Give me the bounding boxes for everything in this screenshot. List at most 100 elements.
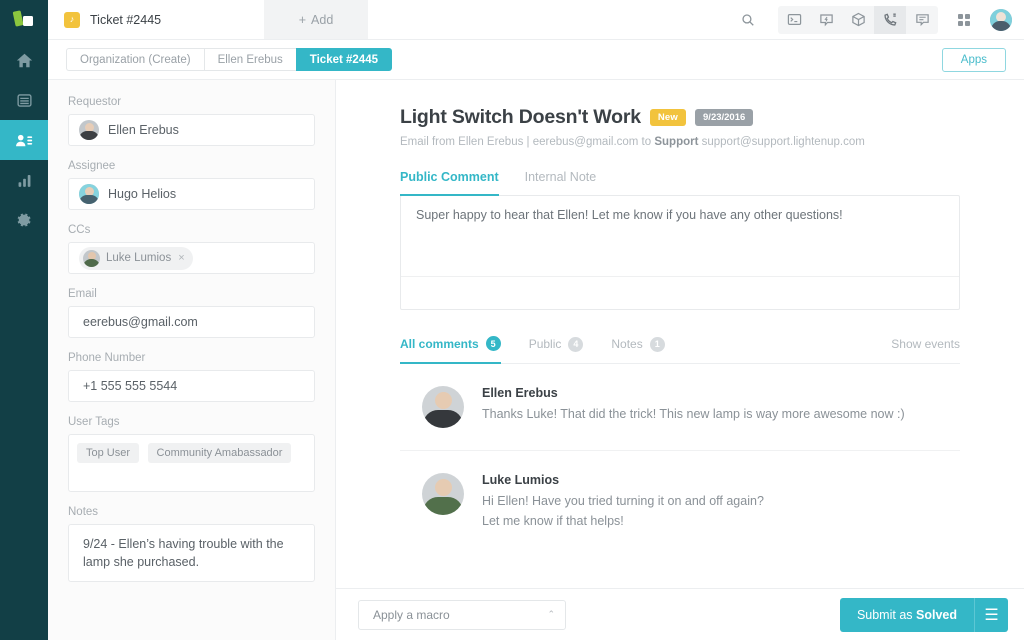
notes-label: Notes: [68, 506, 315, 518]
email-field[interactable]: eerebus@gmail.com: [68, 306, 315, 338]
page-title: Light Switch Doesn't Work: [400, 106, 641, 129]
status-badge: New: [650, 109, 686, 126]
tab-notes-label: Notes: [611, 337, 642, 351]
tab-public-count: 4: [568, 337, 583, 352]
app-tab-ticket[interactable]: ♪ Ticket #2445: [48, 0, 264, 39]
sidebar-item-reports[interactable]: [0, 160, 48, 200]
search-icon[interactable]: [732, 6, 764, 34]
close-icon[interactable]: ×: [178, 252, 184, 264]
comment-text: Thanks Luke! That did the trick! This ne…: [482, 404, 905, 424]
terminal-icon[interactable]: [778, 6, 810, 34]
phone-field[interactable]: +1 555 555 5544: [68, 370, 315, 402]
breadcrumb-item-organization[interactable]: Organization (Create): [66, 48, 204, 71]
requestor-label: Requestor: [68, 96, 315, 108]
editor-tabs: Public Comment Internal Note: [400, 170, 960, 196]
comment-author: Luke Lumios: [482, 473, 764, 487]
requestor-input[interactable]: Ellen Erebus: [68, 114, 315, 146]
comment-item: Luke Lumios Hi Ellen! Have you tried tur…: [400, 451, 960, 553]
show-events-toggle[interactable]: Show events: [891, 337, 960, 362]
submit-as-solved-button[interactable]: Submit as Solved: [840, 598, 974, 632]
tab-all-comments-count: 5: [486, 336, 501, 351]
sidebar-item-tickets[interactable]: [0, 80, 48, 120]
ticket-header: Light Switch Doesn't Work New 9/23/2016: [400, 106, 960, 129]
email-label: Email: [68, 288, 315, 300]
inbox-icon: [16, 92, 33, 109]
topbar-spacer: [368, 0, 732, 39]
lightenup-logo[interactable]: [0, 0, 48, 40]
cc-chip-label: Luke Lumios: [106, 252, 171, 264]
home-icon: [16, 52, 33, 69]
ticket-action-bar: Apply a macro ⌃ Submit as Solved ☰: [336, 588, 1024, 640]
tab-public-label: Public: [529, 337, 562, 351]
field-user-tags: User Tags Top User Community Amabassador: [68, 416, 315, 492]
bar-chart-icon: [16, 172, 33, 189]
tag-community-ambassador[interactable]: Community Amabassador: [148, 443, 292, 463]
submit-group: Submit as Solved ☰: [840, 598, 1008, 632]
phone-icon[interactable]: [874, 6, 906, 34]
tag-top-user[interactable]: Top User: [77, 443, 139, 463]
tab-all-comments[interactable]: All comments 5: [400, 336, 501, 364]
field-ccs: CCs Luke Lumios ×: [68, 224, 315, 274]
tab-public[interactable]: Public 4: [529, 337, 584, 363]
breadcrumb-item-ellen-erebus[interactable]: Ellen Erebus: [204, 48, 296, 71]
tab-notes[interactable]: Notes 1: [611, 337, 664, 363]
submit-menu-button[interactable]: ☰: [974, 598, 1008, 632]
field-phone: Phone Number +1 555 555 5544: [68, 352, 315, 402]
luke-avatar: [83, 250, 100, 267]
sidebar-item-home[interactable]: [0, 40, 48, 80]
chevron-up-icon: ⌃: [547, 609, 555, 620]
user-avatar[interactable]: [990, 9, 1012, 31]
tab-internal-note[interactable]: Internal Note: [525, 170, 597, 196]
user-tags-input[interactable]: Top User Community Amabassador: [68, 434, 315, 492]
apps-button[interactable]: Apps: [942, 48, 1006, 72]
body: Requestor Ellen Erebus Assignee Hugo Hel…: [48, 80, 1024, 640]
phone-label: Phone Number: [68, 352, 315, 364]
hamburger-icon: ☰: [984, 605, 998, 625]
comment-item: Ellen Erebus Thanks Luke! That did the t…: [400, 364, 960, 451]
comment-editor[interactable]: Super happy to hear that Ellen! Let me k…: [400, 195, 960, 310]
sidebar-item-settings[interactable]: [0, 200, 48, 240]
field-requestor: Requestor Ellen Erebus: [68, 96, 315, 146]
top-tab-bar: ♪ Ticket #2445 + Add: [48, 0, 1024, 40]
assignee-value: Hugo Helios: [108, 187, 176, 201]
ticket-meta-prefix: Email from Ellen Erebus | eerebus@gmail.…: [400, 136, 654, 148]
comment-text: Hi Ellen! Have you tried turning it on a…: [482, 491, 764, 511]
ellen-avatar: [422, 386, 464, 428]
ticket-meta-strong: Support: [654, 136, 698, 148]
cc-chip-luke[interactable]: Luke Lumios ×: [79, 247, 193, 270]
ccs-input[interactable]: Luke Lumios ×: [68, 242, 315, 274]
plus-icon: +: [299, 13, 306, 27]
ellen-avatar: [79, 120, 99, 140]
app-window: ♪ Ticket #2445 + Add: [0, 0, 1024, 640]
submit-prefix: Submit as: [857, 608, 916, 622]
ticket-main: Light Switch Doesn't Work New 9/23/2016 …: [336, 80, 1024, 640]
chat-icon[interactable]: [906, 6, 938, 34]
field-notes: Notes 9/24 - Ellen’s having trouble with…: [68, 506, 315, 582]
field-email: Email eerebus@gmail.com: [68, 288, 315, 338]
tab-public-comment[interactable]: Public Comment: [400, 170, 499, 196]
comment-editor-input[interactable]: Super happy to hear that Ellen! Let me k…: [401, 196, 959, 276]
comment-body: Ellen Erebus Thanks Luke! That did the t…: [482, 386, 905, 428]
apply-macro-select[interactable]: Apply a macro ⌃: [358, 600, 566, 630]
box-icon[interactable]: [842, 6, 874, 34]
breadcrumb-item-ticket[interactable]: Ticket #2445: [296, 48, 392, 71]
ticket-scroll-area: Light Switch Doesn't Work New 9/23/2016 …: [336, 80, 1024, 588]
tab-all-comments-label: All comments: [400, 337, 479, 351]
ticket-icon: ♪: [64, 12, 80, 28]
field-assignee: Assignee Hugo Helios: [68, 160, 315, 210]
date-badge: 9/23/2016: [695, 109, 753, 126]
stage: ♪ Ticket #2445 + Add: [48, 0, 1024, 640]
add-tab-button[interactable]: + Add: [264, 0, 368, 39]
breadcrumb: Organization (Create) Ellen Erebus Ticke…: [66, 48, 392, 71]
comment-editor-toolbar[interactable]: [401, 276, 959, 309]
properties-panel: Requestor Ellen Erebus Assignee Hugo Hel…: [48, 80, 336, 640]
requestor-value: Ellen Erebus: [108, 123, 179, 137]
chat-bolt-icon[interactable]: [810, 6, 842, 34]
luke-avatar: [422, 473, 464, 515]
notes-textarea[interactable]: 9/24 - Ellen’s having trouble with the l…: [68, 524, 315, 582]
grid-apps-icon[interactable]: [948, 6, 980, 34]
submit-strong: Solved: [916, 608, 957, 622]
assignee-input[interactable]: Hugo Helios: [68, 178, 315, 210]
sidebar-item-customers[interactable]: [0, 120, 48, 160]
topbar-tool-group: [778, 6, 938, 34]
